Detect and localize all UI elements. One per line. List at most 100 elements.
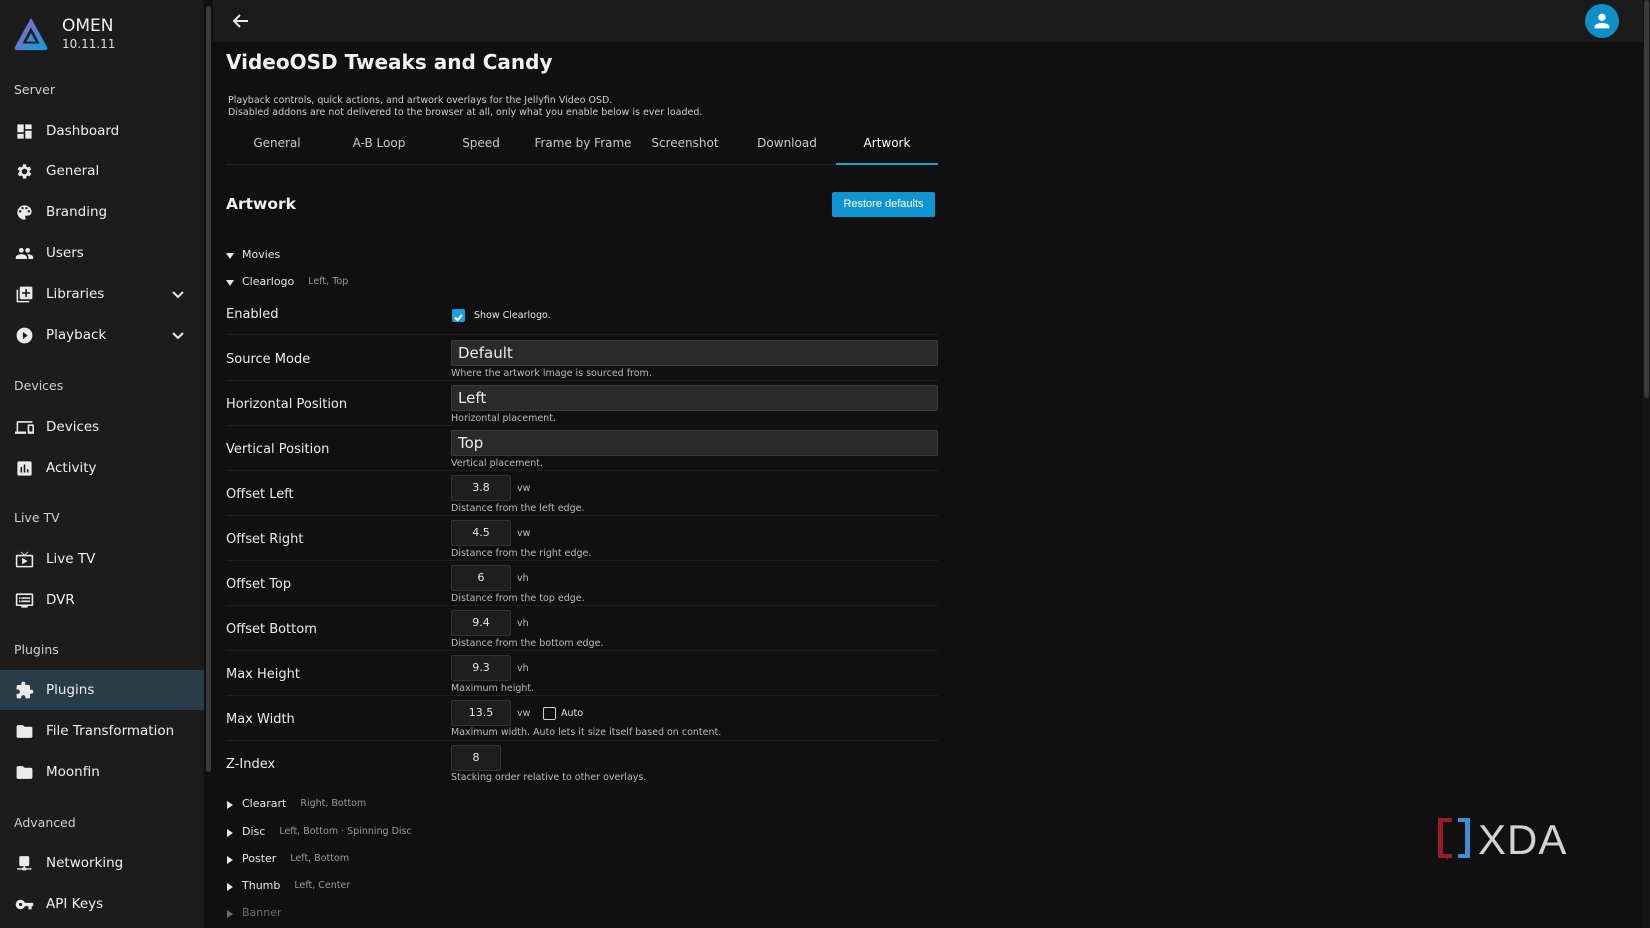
max-width-auto-checkbox[interactable]: [543, 707, 556, 720]
watermark-text: XDA: [1478, 816, 1567, 862]
offset-right-unit: vw: [517, 528, 531, 539]
tab-ab-loop[interactable]: A-B Loop: [328, 135, 430, 165]
horizontal-position-help: Horizontal placement.: [451, 413, 556, 424]
offset-top-unit: vh: [517, 573, 529, 584]
tab-speed[interactable]: Speed: [430, 135, 532, 165]
sidebar-item-live-tv[interactable]: Live TV: [0, 539, 204, 579]
page-description-note: Disabled addons are not delivered to the…: [228, 107, 703, 118]
offset-left-input[interactable]: 3.8: [451, 475, 511, 501]
tab-artwork[interactable]: Artwork: [836, 135, 938, 165]
restore-defaults-button[interactable]: Restore defaults: [832, 192, 935, 217]
sidebar-item-devices[interactable]: Devices: [0, 407, 204, 447]
sidebar-scrollbar-thumb[interactable]: [206, 6, 211, 772]
tree-movies[interactable]: Movies: [226, 246, 280, 262]
show-clearlogo-checkbox[interactable]: [452, 309, 465, 322]
live-tv-icon: [14, 549, 34, 569]
max-height-input[interactable]: 9.3: [451, 655, 511, 681]
vertical-position-select[interactable]: Top: [451, 430, 938, 456]
sidebar-scrollbar[interactable]: [205, 0, 213, 928]
app-root: OMEN 10.11.11 Server Dashboard General B…: [0, 0, 1650, 928]
offset-top-input[interactable]: 6: [451, 565, 511, 591]
section-plugins: Plugins: [14, 642, 59, 657]
back-arrow-icon[interactable]: [231, 11, 251, 31]
divider: [226, 605, 938, 606]
tree-hint: Left, Center: [294, 879, 351, 891]
activity-icon: [14, 458, 34, 478]
tree-label: Clearlogo: [242, 274, 295, 288]
tree-clearart[interactable]: Clearart Right, Bottom: [226, 795, 366, 811]
sidebar-item-libraries[interactable]: Libraries: [0, 274, 204, 314]
main-scrollbar-thumb[interactable]: [1644, 0, 1649, 398]
sidebar-item-networking[interactable]: Networking: [0, 843, 204, 883]
horizontal-position-select[interactable]: Left: [451, 385, 938, 411]
offset-top-label: Offset Top: [226, 577, 292, 592]
sidebar-item-label: Users: [46, 245, 84, 261]
user-icon: [1594, 13, 1610, 29]
sidebar-item-branding[interactable]: Branding: [0, 192, 204, 232]
z-index-label: Z-Index: [226, 757, 276, 772]
offset-right-label: Offset Right: [226, 532, 304, 547]
offset-right-help: Distance from the right edge.: [451, 548, 592, 559]
vertical-position-label: Vertical Position: [226, 442, 330, 457]
offset-bottom-input[interactable]: 9.4: [451, 610, 511, 636]
sidebar-item-label: Networking: [46, 855, 124, 871]
tree-banner[interactable]: Banner: [226, 904, 282, 920]
sidebar-item-moonfin[interactable]: Moonfin: [0, 752, 204, 792]
triangle-right-icon: [226, 854, 234, 864]
z-index-input[interactable]: 8: [451, 745, 501, 771]
tree-thumb[interactable]: Thumb Left, Center: [226, 877, 350, 893]
main-scrollbar[interactable]: [1643, 0, 1650, 928]
gear-icon: [14, 161, 34, 181]
jellyfin-logo-icon: [14, 17, 48, 51]
tree-label: Banner: [242, 905, 282, 919]
offset-right-input[interactable]: 4.5: [451, 520, 511, 546]
max-width-unit: vw: [517, 708, 531, 719]
sidebar: OMEN 10.11.11 Server Dashboard General B…: [0, 0, 204, 928]
sidebar-item-label: Dashboard: [46, 123, 120, 139]
folder-icon: [14, 762, 34, 782]
sidebar-item-playback[interactable]: Playback: [0, 315, 204, 355]
sidebar-item-api-keys[interactable]: API Keys: [0, 884, 204, 924]
max-width-help: Maximum width. Auto lets it size itself …: [451, 727, 722, 738]
tree-label: Clearart: [242, 796, 287, 810]
sidebar-item-plugins[interactable]: Plugins: [0, 670, 204, 710]
user-avatar-button[interactable]: [1585, 4, 1619, 38]
triangle-right-icon: [226, 799, 234, 809]
offset-left-help: Distance from the left edge.: [451, 503, 585, 514]
sidebar-item-general[interactable]: General: [0, 151, 204, 191]
server-name: OMEN: [62, 16, 114, 36]
max-width-input[interactable]: 13.5: [451, 700, 511, 726]
sidebar-item-file-transformation[interactable]: File Transformation: [0, 711, 204, 751]
tab-frame-by-frame[interactable]: Frame by Frame: [532, 135, 634, 165]
sidebar-item-dashboard[interactable]: Dashboard: [0, 111, 204, 151]
divider: [226, 425, 938, 426]
divider: [226, 740, 938, 741]
sidebar-item-label: Live TV: [46, 551, 96, 567]
offset-bottom-help: Distance from the bottom edge.: [451, 638, 604, 649]
tab-general[interactable]: General: [226, 135, 328, 165]
sidebar-item-label: Libraries: [46, 286, 105, 302]
sidebar-item-activity[interactable]: Activity: [0, 448, 204, 488]
chevron-down-icon[interactable]: [170, 286, 186, 302]
tree-poster[interactable]: Poster Left, Bottom: [226, 850, 349, 866]
server-version: 10.11.11: [62, 37, 116, 51]
tab-screenshot[interactable]: Screenshot: [634, 135, 736, 165]
z-index-help: Stacking order relative to other overlay…: [451, 772, 647, 783]
sidebar-item-label: File Transformation: [46, 723, 175, 739]
sidebar-item-users[interactable]: Users: [0, 233, 204, 273]
tree-clearlogo[interactable]: Clearlogo Left, Top: [226, 273, 348, 289]
max-width-auto-label: Auto: [561, 708, 584, 719]
tree-hint: Left, Bottom: [290, 852, 350, 864]
tab-download[interactable]: Download: [736, 135, 838, 165]
max-height-help: Maximum height.: [451, 683, 535, 694]
users-icon: [14, 243, 34, 263]
source-mode-select[interactable]: Default: [451, 340, 938, 366]
offset-bottom-unit: vh: [517, 618, 529, 629]
divider: [226, 380, 938, 381]
sidebar-item-dvr[interactable]: DVR: [0, 580, 204, 620]
brand[interactable]: OMEN 10.11.11: [12, 14, 115, 54]
tree-disc[interactable]: Disc Left, Bottom · Spinning Disc: [226, 823, 412, 839]
sidebar-item-label: General: [46, 163, 100, 179]
chevron-down-icon[interactable]: [170, 327, 186, 343]
source-mode-label: Source Mode: [226, 352, 311, 367]
